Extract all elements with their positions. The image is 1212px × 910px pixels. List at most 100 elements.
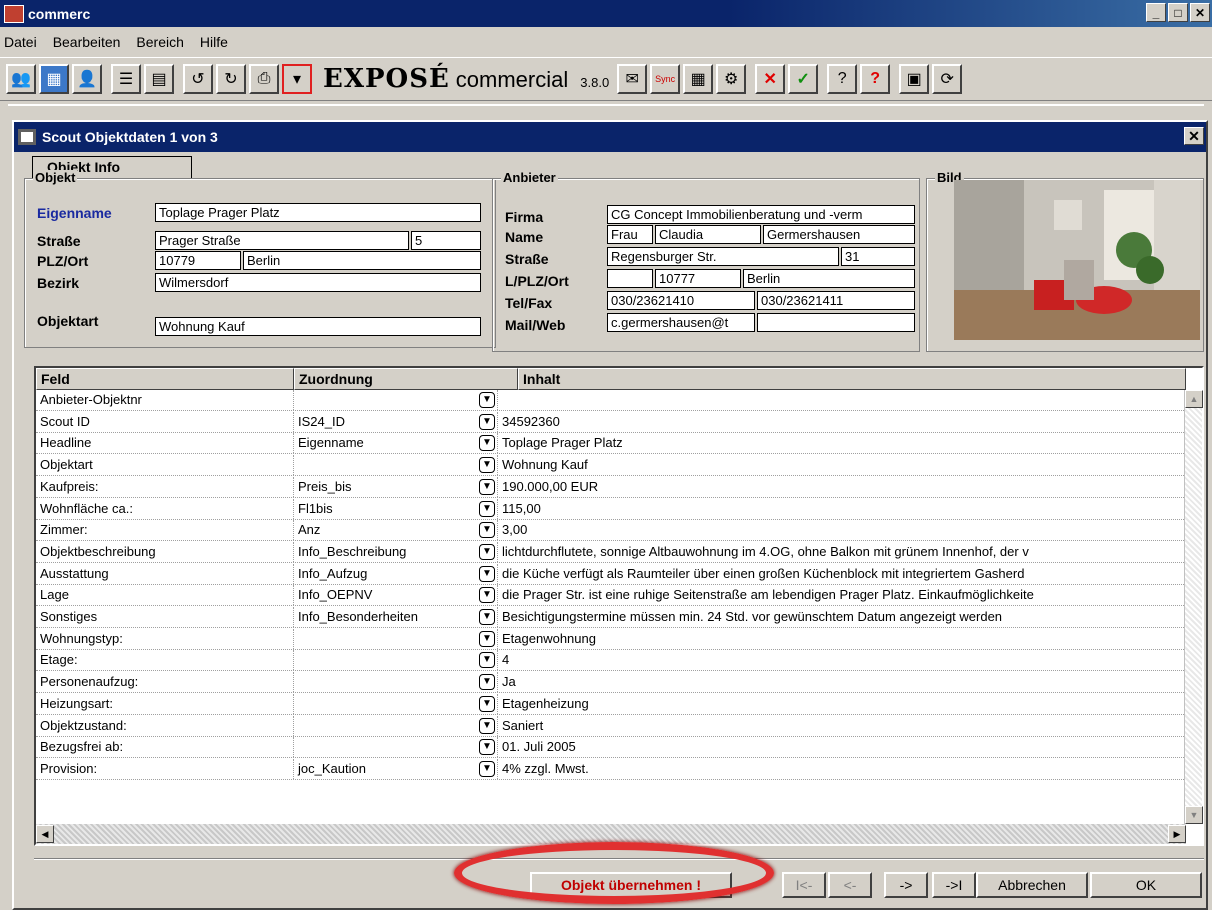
anbieter-plz-field[interactable]: 10777	[655, 269, 741, 288]
table-row[interactable]: Heizungsart: ▼ Etagenheizung	[36, 693, 1186, 715]
anbieter-hausnr-field[interactable]: 31	[841, 247, 915, 266]
table-row[interactable]: Scout ID IS24_ID ▼ 34592360	[36, 411, 1186, 433]
cell-inhalt[interactable]: 115,00	[498, 499, 1186, 519]
dropdown-icon[interactable]: ▼	[479, 478, 495, 495]
dropdown-icon[interactable]: ▼	[479, 739, 495, 756]
settings-icon[interactable]: ⚙	[716, 64, 747, 94]
calendar-icon[interactable]: ▤	[144, 64, 174, 94]
cell-inhalt[interactable]: 34592360	[498, 412, 1186, 432]
list-icon[interactable]: ☰	[111, 64, 141, 94]
dropdown-icon[interactable]: ▼	[479, 630, 495, 647]
table-row[interactable]: Anbieter-Objektnr ▼	[36, 390, 1186, 411]
land-field[interactable]	[607, 269, 653, 288]
cell-zuordnung[interactable]: Info_Aufzug ▼	[294, 563, 498, 584]
cell-zuordnung[interactable]: Fl1bis ▼	[294, 498, 498, 519]
eigenname-field[interactable]: Toplage Prager Platz	[155, 203, 481, 222]
table-row[interactable]: Zimmer: Anz ▼ 3,00	[36, 520, 1186, 542]
vertical-scrollbar[interactable]: ▲ ▼	[1184, 390, 1203, 824]
table-row[interactable]: Kaufpreis: Preis_bis ▼ 190.000,00 EUR	[36, 476, 1186, 498]
scroll-down-icon[interactable]: ▼	[1185, 806, 1203, 824]
abbrechen-button[interactable]: Abbrechen	[976, 872, 1088, 898]
menu-bereich[interactable]: Bereich	[136, 34, 183, 50]
cell-inhalt[interactable]: Etagenheizung	[498, 694, 1186, 714]
close-button[interactable]: ✕	[1190, 3, 1210, 22]
cell-zuordnung[interactable]: Eigenname ▼	[294, 433, 498, 454]
cell-zuordnung[interactable]: ▼	[294, 693, 498, 714]
table-row[interactable]: Headline Eigenname ▼ Toplage Prager Platz	[36, 433, 1186, 455]
cell-inhalt[interactable]	[498, 390, 1186, 410]
dropdown-icon[interactable]: ▼	[479, 435, 495, 452]
scroll-left-icon[interactable]: ◀	[36, 825, 54, 843]
cell-zuordnung[interactable]: ▼	[294, 737, 498, 758]
table-row[interactable]: Sonstiges Info_Besonderheiten ▼ Besichtigun…	[36, 607, 1186, 628]
table-row[interactable]: Provision: joc_Kaution ▼ 4% zzgl. Mwst.	[36, 758, 1186, 780]
menu-bearbeiten[interactable]: Bearbeiten	[53, 34, 121, 50]
first-record-button[interactable]: I<-	[782, 872, 826, 898]
dropdown-icon[interactable]: ▼	[479, 695, 495, 712]
anbieter-strasse-field[interactable]: Regensburger Str.	[607, 247, 839, 266]
print-icon[interactable]: ⎙	[249, 64, 279, 94]
cell-zuordnung[interactable]: Anz ▼	[294, 520, 498, 541]
cell-inhalt[interactable]: Ja	[498, 672, 1186, 692]
cell-inhalt[interactable]: Etagenwohnung	[498, 629, 1186, 649]
cell-zuordnung[interactable]: ▼	[294, 650, 498, 671]
help-icon[interactable]: ?	[860, 64, 891, 94]
table-row[interactable]: Objektart ▼ Wohnung Kauf	[36, 455, 1186, 477]
calculator-icon[interactable]: ▦	[683, 64, 714, 94]
dropdown-icon[interactable]: ▼	[479, 717, 495, 734]
cell-zuordnung[interactable]: ▼	[294, 628, 498, 649]
cell-zuordnung[interactable]: Info_Besonderheiten ▼	[294, 607, 498, 627]
nachname-field[interactable]: Germershausen	[763, 225, 915, 244]
dropdown-icon[interactable]: ▼	[479, 500, 495, 517]
fax-field[interactable]: 030/23621411	[757, 291, 915, 310]
cell-zuordnung[interactable]: Info_Beschreibung ▼	[294, 541, 498, 562]
dropdown-icon[interactable]: ▼	[479, 457, 495, 474]
objektart-field[interactable]: Wohnung Kauf	[155, 317, 481, 336]
ok-button[interactable]: OK	[1090, 872, 1202, 898]
bezirk-field[interactable]: Wilmersdorf	[155, 273, 481, 292]
dialog-close-button[interactable]: ✕	[1184, 127, 1204, 145]
header-feld[interactable]: Feld	[36, 368, 294, 390]
objekt-hausnr-field[interactable]: 5	[411, 231, 481, 250]
sync-icon[interactable]: Sync	[650, 64, 681, 94]
cell-zuordnung[interactable]: Preis_bis ▼	[294, 476, 498, 497]
table-row[interactable]: Personenaufzug: ▼ Ja	[36, 672, 1186, 694]
cell-inhalt[interactable]: Toplage Prager Platz	[498, 433, 1186, 453]
dropdown-icon[interactable]: ▼	[479, 413, 495, 430]
expose-dropdown-icon[interactable]: ▾	[282, 64, 312, 94]
anbieter-ort-field[interactable]: Berlin	[743, 269, 915, 288]
menu-datei[interactable]: Datei	[4, 34, 37, 50]
prev-record-button[interactable]: <-	[828, 872, 872, 898]
dropdown-icon[interactable]: ▼	[479, 652, 495, 669]
contacts-icon[interactable]: 👥	[6, 64, 36, 94]
cell-inhalt[interactable]: die Küche verfügt als Raumteiler über ei…	[498, 564, 1186, 584]
cell-inhalt[interactable]: 190.000,00 EUR	[498, 477, 1186, 497]
web-field[interactable]	[757, 313, 915, 332]
sync-left-icon[interactable]: ↺	[183, 64, 213, 94]
header-zuordnung[interactable]: Zuordnung	[294, 368, 518, 390]
cell-zuordnung[interactable]: ▼	[294, 672, 498, 693]
dropdown-icon[interactable]: ▼	[479, 760, 495, 777]
vorname-field[interactable]: Claudia	[655, 225, 761, 244]
horizontal-scrollbar[interactable]: ◀ ▶	[36, 824, 1186, 844]
cell-zuordnung[interactable]: ▼	[294, 455, 498, 476]
cell-inhalt[interactable]: 4% zzgl. Mwst.	[498, 759, 1186, 779]
scroll-up-icon[interactable]: ▲	[1185, 390, 1203, 408]
cell-inhalt[interactable]: Besichtigungstermine müssen min. 24 Std.…	[498, 607, 1186, 627]
cell-zuordnung[interactable]: Info_OEPNV ▼	[294, 585, 498, 606]
maximize-button[interactable]: □	[1168, 3, 1188, 22]
firma-field[interactable]: CG Concept Immobilienberatung und -verm	[607, 205, 915, 224]
sync-right-icon[interactable]: ↻	[216, 64, 246, 94]
cell-zuordnung[interactable]: joc_Kaution ▼	[294, 758, 498, 779]
minimize-button[interactable]: _	[1146, 3, 1166, 22]
cell-inhalt[interactable]: 4	[498, 650, 1186, 670]
cell-inhalt[interactable]: lichtdurchflutete, sonnige Altbauwohnung…	[498, 542, 1186, 562]
people-icon[interactable]: 👤	[72, 64, 102, 94]
header-inhalt[interactable]: Inhalt	[518, 368, 1186, 390]
dropdown-icon[interactable]: ▼	[479, 392, 495, 408]
table-row[interactable]: Wohnfläche ca.: Fl1bis ▼ 115,00	[36, 498, 1186, 520]
dropdown-icon[interactable]: ▼	[479, 543, 495, 560]
delete-icon[interactable]: ✕	[755, 64, 786, 94]
dropdown-icon[interactable]: ▼	[479, 609, 495, 625]
dropdown-icon[interactable]: ▼	[479, 522, 495, 539]
